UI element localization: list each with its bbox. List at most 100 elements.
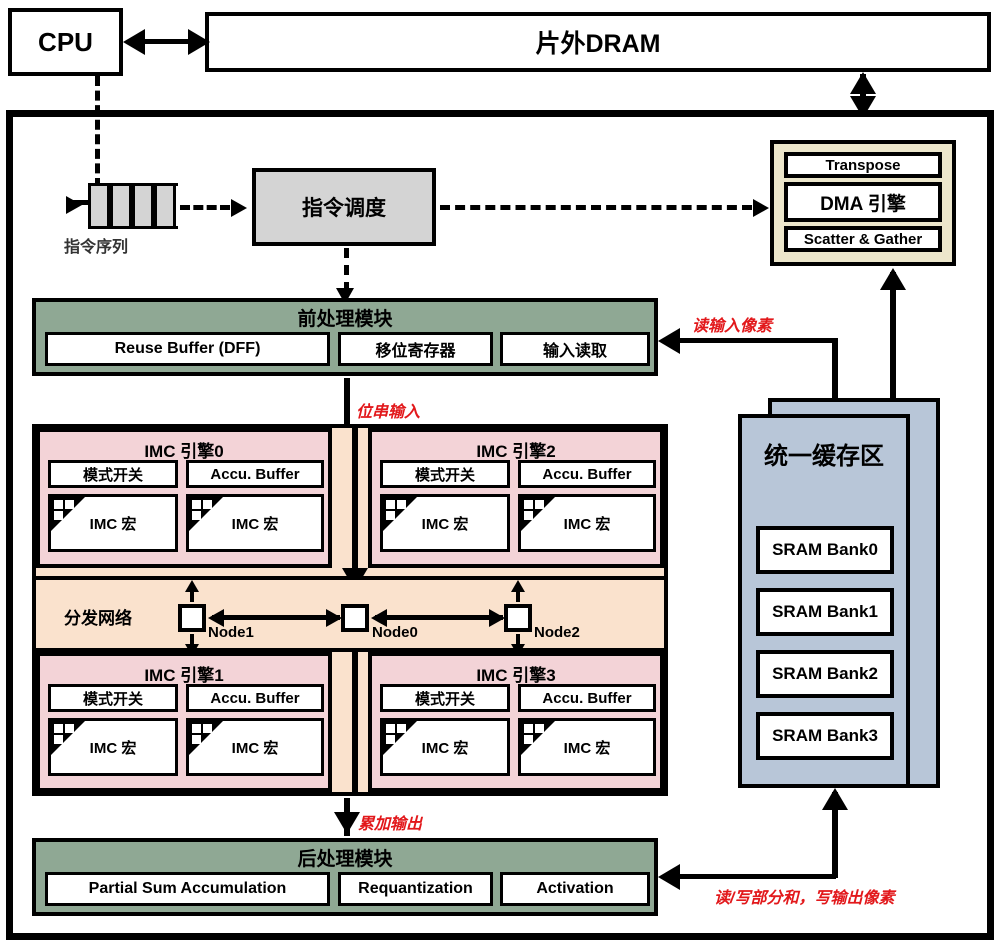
bit-serial-line [344,378,350,426]
imc-engine-3-macro-0: IMC 宏 [380,718,510,776]
postprocess-block-activation: Activation [500,872,650,906]
postprocess-partial-sum-label: Partial Sum Accumulation [88,880,287,897]
scheduler-label: 指令调度 [302,197,386,220]
dma-main-label: DMA 引擎 [820,193,906,215]
preprocess-title: 前处理模块 [297,309,393,330]
annotation-bit-serial-input: 位串输入 [356,404,421,421]
imc-engine-1-mode-switch: 模式开关 [48,684,178,712]
architecture-diagram: CPU 片外DRAM 指令序列 指令调度 Transpose DMA 引擎 Sc… [0,0,1000,945]
imc-engine-0-accu-buffer: Accu. Buffer [186,460,324,488]
sram-bank-2: SRAM Bank2 [756,650,894,698]
imc-engine-1-macro-0: IMC 宏 [48,718,178,776]
imc-engine-3-macro-1: IMC 宏 [518,718,656,776]
imc-engine-2-macro-1-label: IMC 宏 [563,515,611,533]
cpu-dram-arrow-right [188,29,210,55]
node2-up-arrow [511,580,525,592]
sram-bank-2-label: SRAM Bank2 [772,664,878,683]
distribution-network: 分发网络 Node1 Node0 Node2 [36,576,664,656]
postprocess-title: 后处理模块 [297,849,393,870]
psum-path-arrow-left [658,864,680,890]
sram-bank-0: SRAM Bank0 [756,526,894,574]
queue-to-scheduler-dashed [180,205,230,210]
distribution-node-1 [178,604,206,632]
read-input-pixels-hline [678,338,836,343]
queue-to-scheduler-arrow [231,199,247,217]
preprocess-block-input-read: 输入读取 [500,332,650,366]
preprocess-module: 前处理模块 Reuse Buffer (DFF) 移位寄存器 输入读取 [32,298,658,376]
imc-engine-2-mode-switch-label: 模式开关 [414,466,475,484]
annotation-accumulate-output: 累加输出 [358,816,423,833]
imc-engine-1: IMC 引擎1 模式开关 Accu. Buffer IMC 宏 IMC 宏 [36,652,332,792]
imc-engine-2-mode-switch: 模式开关 [380,460,510,488]
dram-label: 片外DRAM [535,30,661,58]
sram-bank-1-label: SRAM Bank1 [772,602,878,621]
imc-engine-1-macro-1-label: IMC 宏 [231,739,279,757]
imc-engine-0-mode-switch-label: 模式开关 [82,466,143,484]
imc-engine-1-mode-switch-label: 模式开关 [82,690,143,708]
sram-bank-0-label: SRAM Bank0 [772,540,878,559]
imc-engine-3-macro-1-label: IMC 宏 [563,739,611,757]
imc-engine-2-accu-buffer: Accu. Buffer [518,460,656,488]
instruction-queue [88,183,178,229]
cpu-dram-line [138,39,194,44]
distribution-node-2 [504,604,532,632]
preprocess-input-read-label: 输入读取 [542,343,607,360]
cpu-label: CPU [38,26,93,57]
read-input-pixels-arrow [658,328,680,354]
imc-engine-0-title: IMC 引擎0 [144,442,224,461]
unified-buffer-title: 统一缓存区 [764,443,884,470]
queue-cell [88,186,110,226]
dma-scatter-gather-label: Scatter & Gather [803,230,923,248]
imc-engine-3: IMC 引擎3 模式开关 Accu. Buffer IMC 宏 IMC 宏 [368,652,664,792]
queue-cell [132,186,154,226]
dma-engine-block: Transpose DMA 引擎 Scatter & Gather [770,140,956,266]
preprocess-shift-register-label: 移位寄存器 [375,343,456,360]
psum-path-arrow-up [822,788,848,810]
cpu-to-queue-dashed [95,76,100,188]
queue-cell [110,186,132,226]
postprocess-block-partial-sum: Partial Sum Accumulation [45,872,330,906]
distribution-network-label: 分发网络 [64,609,132,628]
imc-engine-1-accu-buffer-label: Accu. Buffer [210,689,300,707]
imc-engine-1-macro-0-label: IMC 宏 [89,739,137,757]
node1-node0-arrow-left [208,609,224,627]
imc-engine-1-title: IMC 引擎1 [144,666,224,685]
instruction-queue-label: 指令序列 [64,239,129,256]
dma-ub-arrow-up [880,268,906,290]
imc-engine-2-macro-1: IMC 宏 [518,494,656,552]
queue-feed-arrow [66,196,82,214]
imc-engine-0: IMC 引擎0 模式开关 Accu. Buffer IMC 宏 IMC 宏 [36,428,332,568]
imc-engine-2-macro-0-label: IMC 宏 [421,515,469,533]
postprocess-activation-label: Activation [536,880,614,897]
scheduler-to-dma-arrow [753,199,769,217]
imc-engine-3-mode-switch: 模式开关 [380,684,510,712]
distribution-node-2-label: Node2 [534,624,580,641]
imc-engine-2-macro-0: IMC 宏 [380,494,510,552]
dma-main-block: DMA 引擎 [784,182,942,222]
imc-engine-3-accu-buffer: Accu. Buffer [518,684,656,712]
dram-block: 片外DRAM [205,12,991,72]
imc-engine-1-macro-1: IMC 宏 [186,718,324,776]
dma-transpose-label: Transpose [825,156,901,174]
accumulate-output-arrow [334,812,360,834]
cpu-block: CPU [8,8,123,76]
node0-node2-arrow-right [489,609,505,627]
node0-node2-arrow-left [371,609,387,627]
imc-engine-0-accu-buffer-label: Accu. Buffer [210,465,300,483]
queue-bottom-rail [88,226,178,229]
dma-transpose-block: Transpose [784,152,942,178]
imc-engine-2: IMC 引擎2 模式开关 Accu. Buffer IMC 宏 IMC 宏 [368,428,664,568]
postprocess-block-requantization: Requantization [338,872,493,906]
preprocess-reuse-buffer-label: Reuse Buffer (DFF) [114,340,261,357]
node1-up-arrow [185,580,199,592]
node0-node2-line [375,615,503,620]
node1-node0-arrow-right [326,609,342,627]
sram-bank-3: SRAM Bank3 [756,712,894,760]
annotation-read-input-pixels: 读输入像素 [692,318,773,335]
psum-path-hline [678,874,836,879]
cpu-dram-arrow-left [123,29,145,55]
imc-engine-3-macro-0-label: IMC 宏 [421,739,469,757]
queue-cell [154,186,176,226]
imc-engine-1-accu-buffer: Accu. Buffer [186,684,324,712]
imc-array-container: IMC 引擎0 模式开关 Accu. Buffer IMC 宏 IMC 宏 IM… [32,424,668,796]
